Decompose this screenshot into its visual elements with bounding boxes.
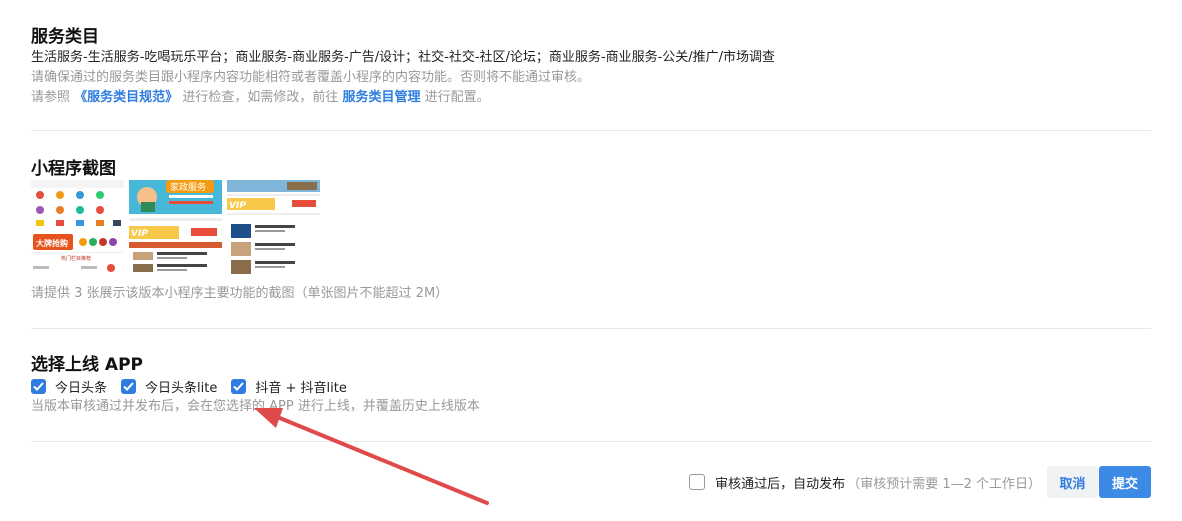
checkbox-unchecked-icon[interactable]: [689, 474, 706, 490]
service-category-title: 服务类目: [31, 27, 99, 47]
auto-publish-label: 审核通过后，自动发布: [715, 476, 846, 492]
category-spec-link[interactable]: 《服务类目规范》: [74, 90, 178, 105]
app-option-label: 抖音 + 抖音lite: [255, 381, 347, 396]
app-option-toutiao[interactable]: 今日头条: [31, 377, 107, 396]
checkbox-checked-icon[interactable]: [231, 379, 247, 394]
screenshot-thumbnail-1[interactable]: 大牌抢购 热门栏目推荐: [31, 180, 124, 276]
checkbox-checked-icon[interactable]: [121, 379, 137, 394]
screenshot-title: 小程序截图: [31, 159, 116, 179]
app-option-douyin[interactable]: 抖音 + 抖音lite: [231, 377, 347, 396]
category-manage-link[interactable]: 服务类目管理: [342, 90, 420, 105]
service-category-list: 生活服务-生活服务-吃喝玩乐平台；商业服务-商业服务-广告/设计；社交-社交-社…: [31, 50, 776, 65]
auto-publish-hint: （审核预计需要 1—2 个工作日）: [847, 476, 1041, 492]
divider: [31, 130, 1151, 131]
app-option-label: 今日头条: [55, 381, 108, 396]
section-text: 热门栏目推荐: [61, 255, 91, 262]
vip-text: VIP: [229, 201, 246, 211]
divider: [31, 328, 1151, 329]
service-category-section: 服务类目 生活服务-生活服务-吃喝玩乐平台；商业服务-商业服务-广告/设计；社交…: [31, 26, 1151, 108]
app-select-section: 选择上线 APP: [31, 354, 1151, 376]
vip-text: VIP: [131, 229, 148, 239]
app-select-hint: 当版本审核通过并发布后，会在您选择的 APP 进行上线，并覆盖历史上线版本: [31, 399, 480, 414]
footer-bar: 审核通过后，自动发布 （审核预计需要 1—2 个工作日） 取消 提交: [0, 466, 1151, 498]
service-category-note: 请确保通过的服务类目跟小程序内容功能相符或者覆盖小程序的内容功能。否则将不能通过…: [31, 70, 591, 85]
service-category-reference: 请参照 《服务类目规范》 进行检查，如需修改，前往 服务类目管理 进行配置。: [31, 88, 1151, 108]
screenshot-hint: 请提供 3 张展示该版本小程序主要功能的截图（单张图片不能超过 2M）: [31, 286, 449, 301]
app-checkbox-group: 今日头条 今日头条lite 抖音 + 抖音lite: [31, 377, 361, 396]
app-option-toutiao-lite[interactable]: 今日头条lite: [121, 377, 217, 396]
promo-text: 大牌抢购: [36, 238, 68, 248]
auto-publish-option[interactable]: 审核通过后，自动发布 （审核预计需要 1—2 个工作日）: [689, 466, 1041, 498]
app-hint-wrap: 当版本审核通过并发布后，会在您选择的 APP 进行上线，并覆盖历史上线版本: [31, 397, 1151, 417]
screenshot-thumbnail-2[interactable]: 家政服务 VIP: [129, 180, 222, 276]
divider: [31, 441, 1151, 442]
cancel-button[interactable]: 取消: [1047, 466, 1098, 498]
screenshot-thumbnail-3[interactable]: VIP: [227, 180, 320, 276]
submit-button[interactable]: 提交: [1099, 466, 1151, 498]
app-select-title-text: 选择上线 APP: [31, 355, 143, 375]
checkbox-checked-icon[interactable]: [31, 379, 46, 394]
reference-prefix: 请参照: [31, 90, 71, 105]
reference-middle: 进行检查，如需修改，前往: [182, 90, 339, 105]
screenshot-hint-wrap: 请提供 3 张展示该版本小程序主要功能的截图（单张图片不能超过 2M）: [31, 284, 1151, 304]
banner-text: 家政服务: [170, 181, 206, 193]
reference-suffix: 进行配置。: [424, 90, 490, 105]
app-select-title: 选择上线 APP: [31, 354, 1151, 376]
screenshot-section: 小程序截图: [31, 158, 1151, 180]
app-option-label: 今日头条lite: [145, 381, 218, 396]
